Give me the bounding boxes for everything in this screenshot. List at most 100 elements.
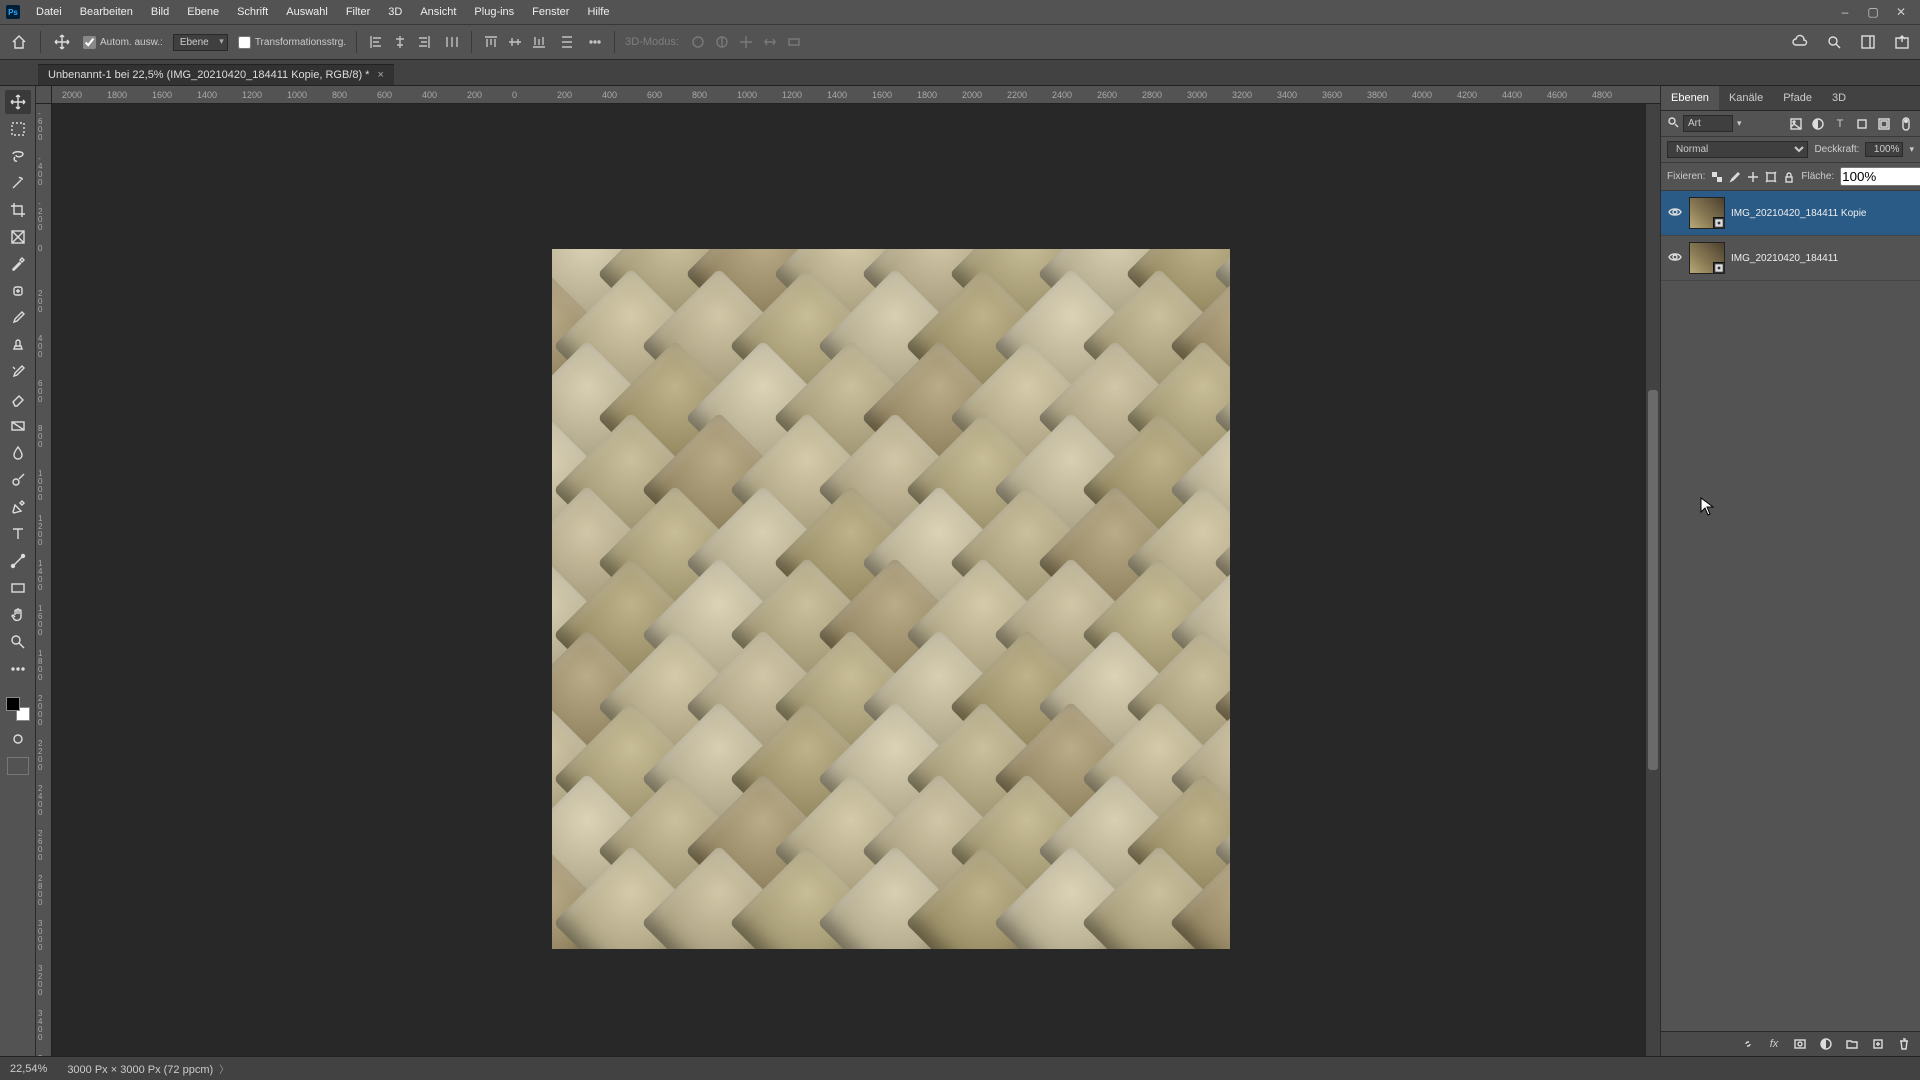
align-hcenter-icon[interactable] [391,33,409,51]
status-menu-arrow-icon[interactable]: 〉 [219,1065,229,1076]
panel-tab-pfade[interactable]: Pfade [1773,86,1822,110]
layer-name[interactable]: IMG_20210420_184411 Kopie [1731,208,1866,219]
distribute-h-icon[interactable] [443,33,461,51]
canvas-area[interactable]: 2000180016001400120010008006004002000200… [36,86,1660,1056]
zoom-tool[interactable] [5,630,31,654]
screen-mode-icon[interactable] [7,757,29,775]
menu-3d[interactable]: 3D [380,3,410,21]
quick-mask-icon[interactable] [7,728,29,750]
eraser-tool[interactable] [5,387,31,411]
maximize-button[interactable]: ▢ [1866,5,1880,19]
adjustment-layer-icon[interactable] [1818,1036,1834,1052]
auto-select-checkbox[interactable]: Autom. ausw.: [83,36,163,49]
auto-select-check-input[interactable] [83,36,96,49]
menu-bearbeiten[interactable]: Bearbeiten [72,3,141,21]
close-button[interactable]: ✕ [1894,5,1908,19]
marquee-tool[interactable] [5,117,31,141]
chevron-down-icon[interactable]: ▾ [1909,144,1914,155]
transform-controls-checkbox[interactable]: Transformationsstrg. [238,36,346,49]
document-image[interactable] [552,249,1230,949]
healing-brush-tool[interactable] [5,279,31,303]
canvas-background[interactable] [52,104,1660,1056]
menu-ebene[interactable]: Ebene [179,3,227,21]
vertical-scrollbar-thumb[interactable] [1648,390,1658,771]
panel-tab-ebenen[interactable]: Ebenen [1661,86,1719,110]
lock-transparency-icon[interactable] [1711,170,1723,184]
document-tab[interactable]: Unbenannt-1 bei 22,5% (IMG_20210420_1844… [38,64,394,85]
minimize-button[interactable]: – [1838,5,1852,19]
new-layer-icon[interactable] [1870,1036,1886,1052]
search-icon[interactable] [1824,32,1844,52]
layer-row[interactable]: IMG_20210420_184411 Kopie [1661,191,1920,236]
lock-artboard-icon[interactable] [1765,170,1777,184]
layer-filter-input[interactable] [1683,115,1733,132]
new-group-icon[interactable] [1844,1036,1860,1052]
layer-list[interactable]: IMG_20210420_184411 Kopie IMG_20210420_18… [1661,191,1920,1031]
blur-tool[interactable] [5,441,31,465]
more-align-icon[interactable] [586,33,604,51]
panel-tab-3d[interactable]: 3D [1822,86,1856,110]
lasso-tool[interactable] [5,144,31,168]
cloud-docs-icon[interactable] [1790,32,1810,52]
filter-adjust-icon[interactable] [1810,116,1826,132]
filter-shape-icon[interactable] [1854,116,1870,132]
gradient-tool[interactable] [5,414,31,438]
filter-smart-icon[interactable] [1876,116,1892,132]
menu-datei[interactable]: Datei [28,3,70,21]
align-vcenter-icon[interactable] [506,33,524,51]
menu-plugins[interactable]: Plug-ins [466,3,522,21]
layer-visibility-icon[interactable] [1667,251,1683,265]
history-brush-tool[interactable] [5,360,31,384]
chevron-down-icon[interactable]: ▾ [1737,118,1742,129]
blend-mode-select[interactable]: Normal [1667,141,1808,158]
crop-tool[interactable] [5,198,31,222]
menu-filter[interactable]: Filter [338,3,378,21]
horizontal-ruler[interactable]: 2000180016001400120010008006004002000200… [52,86,1660,104]
rectangle-tool[interactable] [5,576,31,600]
auto-select-mode-select[interactable]: Ebene [173,34,228,51]
lock-all-icon[interactable] [1783,170,1795,184]
vertical-scrollbar[interactable] [1646,104,1660,1056]
foreground-background-colors[interactable] [6,697,30,721]
menu-ansicht[interactable]: Ansicht [412,3,464,21]
tab-close-icon[interactable]: × [377,69,383,81]
layer-name[interactable]: IMG_20210420_184411 [1731,253,1838,264]
edit-toolbar-icon[interactable] [5,657,31,681]
workspace-icon[interactable] [1858,32,1878,52]
foreground-color-swatch[interactable] [6,697,20,711]
frame-tool[interactable] [5,225,31,249]
align-top-icon[interactable] [482,33,500,51]
brush-tool[interactable] [5,306,31,330]
status-zoom[interactable]: 22,54% [10,1063,47,1075]
vertical-ruler[interactable]: -600-400-2000200400600800100012001400160… [36,104,52,1056]
layer-thumbnail[interactable] [1689,197,1725,229]
align-bottom-icon[interactable] [530,33,548,51]
fill-input[interactable] [1840,167,1920,186]
layer-filter-search[interactable]: ▾ [1667,115,1782,132]
menu-schrift[interactable]: Schrift [229,3,276,21]
link-layers-icon[interactable] [1740,1036,1756,1052]
align-right-icon[interactable] [415,33,433,51]
distribute-v-icon[interactable] [558,33,576,51]
path-tool[interactable] [5,549,31,573]
filter-image-icon[interactable] [1788,116,1804,132]
move-tool[interactable] [5,90,31,114]
menu-auswahl[interactable]: Auswahl [278,3,336,21]
eyedropper-tool[interactable] [5,252,31,276]
lock-position-icon[interactable] [1747,170,1759,184]
type-tool[interactable] [5,522,31,546]
menu-fenster[interactable]: Fenster [524,3,577,21]
ruler-origin[interactable] [36,86,52,104]
layer-thumbnail[interactable] [1689,242,1725,274]
clone-stamp-tool[interactable] [5,333,31,357]
magic-wand-tool[interactable] [5,171,31,195]
home-icon[interactable] [8,31,30,53]
delete-layer-icon[interactable] [1896,1036,1912,1052]
transform-controls-input[interactable] [238,36,251,49]
layer-visibility-icon[interactable] [1667,206,1683,220]
share-icon[interactable] [1892,32,1912,52]
status-docinfo[interactable]: 3000 Px × 3000 Px (72 ppcm) [67,1064,213,1076]
filter-type-icon[interactable]: T [1832,116,1848,132]
layer-style-icon[interactable]: fx [1766,1036,1782,1052]
lock-pixels-icon[interactable] [1729,170,1741,184]
